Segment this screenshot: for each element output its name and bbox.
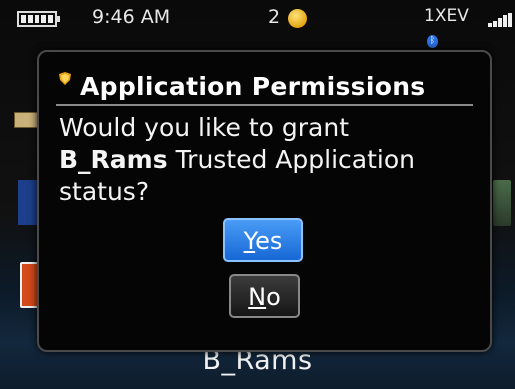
signal-bars-icon bbox=[488, 13, 512, 27]
bluetooth-icon: ᛒ bbox=[427, 35, 438, 48]
news-app-icon[interactable] bbox=[18, 180, 38, 225]
clock: 9:46 AM bbox=[92, 6, 171, 28]
notification-count[interactable]: 2 bbox=[268, 6, 280, 28]
browser-app-icon[interactable] bbox=[493, 180, 511, 226]
no-label: o bbox=[266, 283, 281, 311]
notification-coin-icon[interactable] bbox=[288, 9, 307, 28]
message-prefix: Would you like to grant bbox=[59, 113, 350, 142]
app-name: B_Rams bbox=[59, 145, 168, 174]
network-indicator: 1XEV bbox=[424, 6, 469, 26]
status-bar: 9:46 AM 2 1XEV ᛒ bbox=[0, 0, 515, 48]
no-button[interactable]: No bbox=[229, 274, 300, 318]
dialog-header: Application Permissions bbox=[56, 66, 473, 106]
permissions-dialog: Application Permissions Would you like t… bbox=[37, 50, 492, 352]
yes-button[interactable]: Yes bbox=[223, 218, 303, 262]
home-screen: 9:46 AM 2 1XEV ᛒ B_Rams Application Perm… bbox=[0, 0, 515, 389]
no-mnemonic: N bbox=[248, 283, 267, 311]
yes-label: es bbox=[255, 227, 283, 255]
messages-icon[interactable] bbox=[14, 112, 38, 128]
yes-mnemonic: Y bbox=[243, 227, 256, 255]
battery-icon bbox=[17, 11, 60, 27]
dialog-message: Would you like to grant B_Rams Trusted A… bbox=[59, 112, 479, 208]
shield-icon bbox=[59, 72, 71, 85]
dialog-title: Application Permissions bbox=[80, 72, 426, 101]
